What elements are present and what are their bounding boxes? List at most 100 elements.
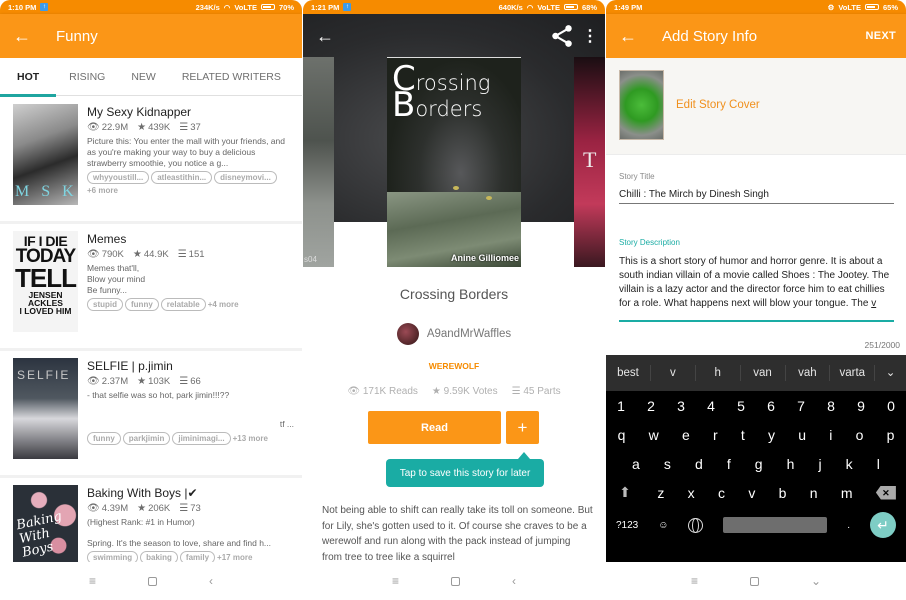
globe-icon[interactable]: [688, 517, 704, 533]
author-name[interactable]: A9andMrWaffles: [427, 328, 511, 340]
menu-icon[interactable]: ≡: [392, 574, 399, 588]
tag-chip[interactable]: jiminimagi...: [172, 432, 231, 445]
backspace-key-icon[interactable]: ✕: [875, 485, 896, 500]
key[interactable]: 2: [647, 398, 655, 414]
home-icon[interactable]: [451, 576, 460, 586]
story-item[interactable]: SELFIE SELFIE | p.jimin 👁 2.37M ★ 103K ☰ 66…: [0, 351, 302, 475]
tab-new[interactable]: NEW: [118, 58, 169, 96]
key[interactable]: x: [688, 485, 695, 501]
back-arrow-icon[interactable]: ←: [0, 26, 44, 47]
key[interactable]: v: [748, 485, 755, 501]
key[interactable]: 7: [797, 398, 805, 414]
story-item[interactable]: Baking With Boys Baking With Boys |✔ 👁 4.…: [0, 478, 302, 562]
share-icon[interactable]: [549, 23, 575, 49]
story-description-input[interactable]: This is a short story of humor and horro…: [619, 255, 894, 311]
key[interactable]: w: [649, 427, 659, 443]
story-title[interactable]: Baking With Boys |✔: [87, 486, 294, 500]
add-to-library-button[interactable]: +: [506, 411, 539, 444]
key[interactable]: j: [818, 456, 821, 472]
suggestion[interactable]: varta: [830, 365, 876, 381]
tag-chip[interactable]: funny: [125, 298, 159, 311]
tag-chip[interactable]: whyyoustill...: [87, 171, 150, 184]
story-cover[interactable]: M S K: [13, 104, 78, 205]
key[interactable]: 1: [617, 398, 625, 414]
key[interactable]: l: [877, 456, 880, 472]
key[interactable]: f: [727, 456, 731, 472]
author-avatar[interactable]: [396, 323, 419, 345]
key[interactable]: z: [657, 485, 664, 501]
back-arrow-icon[interactable]: ←: [606, 26, 650, 47]
key[interactable]: o: [856, 427, 864, 443]
suggestion[interactable]: h: [696, 365, 741, 381]
enter-key-icon[interactable]: ↵: [869, 512, 896, 538]
tab-hot[interactable]: HOT: [0, 58, 57, 97]
story-cover[interactable]: Baking With Boys: [13, 485, 78, 562]
tag-chip[interactable]: baking: [140, 551, 178, 562]
space-bar[interactable]: [723, 517, 828, 533]
suggestion[interactable]: best: [606, 365, 651, 381]
key[interactable]: 0: [887, 398, 895, 414]
key[interactable]: n: [810, 485, 818, 501]
tag-chip[interactable]: atleastithin...: [151, 171, 213, 184]
tag-chip[interactable]: funny: [87, 432, 121, 445]
suggestion[interactable]: v: [651, 365, 696, 381]
back-icon[interactable]: ‹: [512, 574, 516, 588]
tab-rising[interactable]: RISING: [56, 58, 118, 96]
back-arrow-icon[interactable]: ←: [303, 26, 347, 47]
previous-story-cover[interactable]: s04: [303, 57, 334, 267]
emoji-comma-key-icon[interactable]: ☺: [658, 520, 668, 531]
key[interactable]: q: [618, 427, 626, 443]
suggestion[interactable]: vah: [786, 365, 831, 381]
tag-chip[interactable]: stupid: [87, 298, 123, 311]
next-story-cover[interactable]: T: [574, 57, 605, 267]
story-item[interactable]: M S K My Sexy Kidnapper 👁 22.9M ★ 439K ☰ 37…: [0, 97, 302, 221]
key[interactable]: p: [887, 427, 895, 443]
author-row[interactable]: A9andMrWaffles: [303, 323, 605, 345]
story-list[interactable]: M S K My Sexy Kidnapper 👁 22.9M ★ 439K ☰ 37…: [0, 97, 302, 562]
suggestion[interactable]: van: [741, 365, 786, 381]
key[interactable]: t: [741, 427, 745, 443]
key[interactable]: e: [682, 427, 690, 443]
tag-chip[interactable]: disneymovi...: [214, 171, 277, 184]
key[interactable]: y: [768, 427, 775, 443]
key[interactable]: h: [787, 456, 795, 472]
tab-related-overflow[interactable]: REL: [294, 58, 302, 96]
home-icon[interactable]: [148, 576, 157, 586]
story-cover-thumbnail[interactable]: [619, 70, 664, 140]
symbols-key[interactable]: ?123: [616, 520, 638, 531]
story-cover[interactable]: IF I DIE TODAY TELL JENSEN ACKLES I LOVE…: [13, 231, 78, 332]
story-item[interactable]: IF I DIE TODAY TELL JENSEN ACKLES I LOVE…: [0, 224, 302, 348]
chevron-down-icon[interactable]: ⌄: [875, 365, 906, 381]
key[interactable]: k: [846, 456, 853, 472]
key[interactable]: a: [632, 456, 640, 472]
key[interactable]: 6: [767, 398, 775, 414]
save-tooltip[interactable]: Tap to save this story for later: [386, 452, 544, 487]
tag-chip[interactable]: parkjimin: [122, 432, 171, 445]
tag-chip[interactable]: swimming: [87, 551, 139, 562]
key[interactable]: b: [779, 485, 787, 501]
story-cover[interactable]: Crossing Borders Anine Gilliomee: [387, 57, 521, 267]
key[interactable]: u: [798, 427, 806, 443]
key[interactable]: d: [695, 456, 703, 472]
tab-related-writers[interactable]: RELATED WRITERS: [169, 58, 294, 96]
key[interactable]: 3: [677, 398, 685, 414]
story-title[interactable]: SELFIE | p.jimin: [87, 359, 294, 373]
hide-keyboard-icon[interactable]: ⌄: [811, 574, 821, 588]
story-title[interactable]: My Sexy Kidnapper: [87, 105, 294, 119]
key[interactable]: 4: [707, 398, 715, 414]
genre-label[interactable]: WEREWOLF: [303, 361, 605, 371]
tag-chip[interactable]: relatable: [160, 298, 206, 311]
key[interactable]: r: [713, 427, 718, 443]
key[interactable]: 5: [737, 398, 745, 414]
more-options-icon[interactable]: ⋮: [575, 26, 605, 46]
menu-icon[interactable]: ≡: [691, 574, 698, 588]
story-title-input[interactable]: Chilli : The Mirch by Dinesh Singh: [619, 189, 894, 200]
key[interactable]: 9: [857, 398, 865, 414]
key[interactable]: i: [829, 427, 832, 443]
shift-key-icon[interactable]: ⬆: [616, 484, 634, 501]
story-title[interactable]: Memes: [87, 232, 294, 246]
menu-icon[interactable]: ≡: [89, 574, 96, 588]
story-cover[interactable]: SELFIE: [13, 358, 78, 459]
key[interactable]: s: [664, 456, 671, 472]
key[interactable]: g: [755, 456, 763, 472]
